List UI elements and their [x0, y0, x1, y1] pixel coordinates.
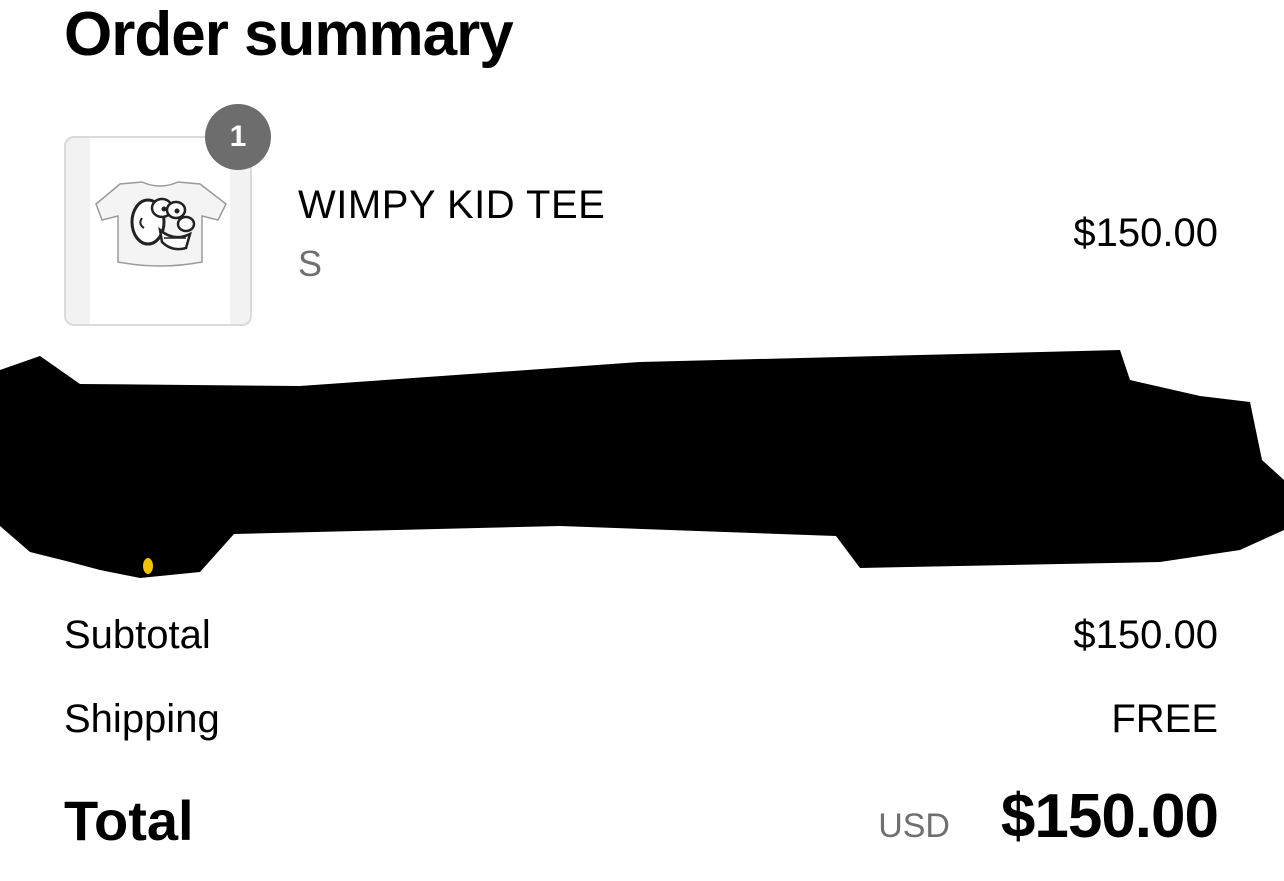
product-price: $150.00 [1073, 211, 1218, 255]
product-variant: S [298, 243, 323, 284]
quantity-badge: 1 [205, 104, 271, 170]
subtotal-value: $150.00 [1073, 613, 1218, 657]
shipping-label: Shipping [64, 697, 220, 741]
currency-code: USD [878, 807, 950, 845]
total-label: Total [64, 789, 194, 852]
product-name: WIMPY KID TEE [298, 183, 606, 227]
subtotal-label: Subtotal [64, 613, 211, 657]
page-title: Order summary [64, 0, 514, 69]
redaction-scribble [0, 350, 1284, 578]
shipping-value: FREE [1111, 697, 1218, 741]
total-value: $150.00 [1000, 782, 1219, 851]
tshirt-cartoon-face-icon [95, 181, 227, 267]
